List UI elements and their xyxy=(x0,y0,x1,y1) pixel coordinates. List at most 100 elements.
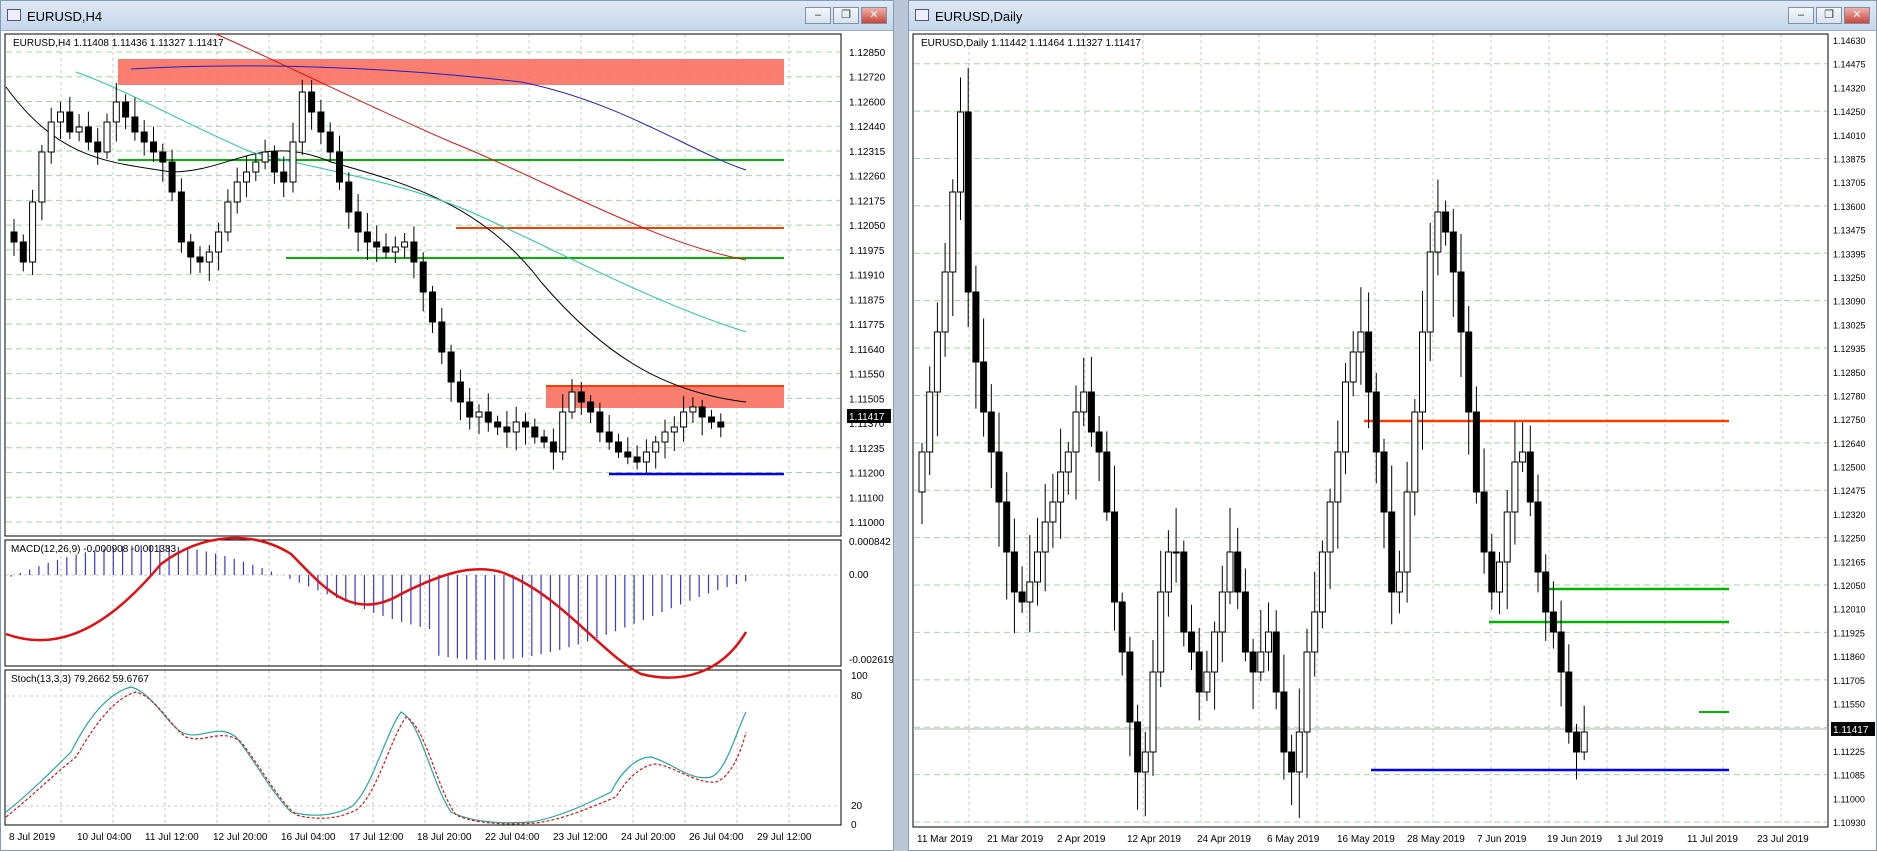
price-axis-label: 1.11910 xyxy=(849,271,885,282)
daily-titlebar[interactable]: EURUSD,Daily – ❐ ✕ xyxy=(909,1,1876,31)
price-axis-label: 1.12780 xyxy=(1833,391,1866,401)
time-axis-label: 28 May 2019 xyxy=(1407,834,1465,845)
candle xyxy=(1026,581,1034,603)
candle xyxy=(1280,691,1288,753)
candle xyxy=(336,151,343,183)
candle xyxy=(1349,351,1357,383)
candle xyxy=(131,116,139,133)
macd-scale-top: 0.000842 xyxy=(849,537,891,548)
candle xyxy=(57,111,64,123)
time-axis-label: 16 May 2019 xyxy=(1337,834,1395,845)
time-axis-label: 11 Jul 2019 xyxy=(1687,834,1738,845)
candle xyxy=(382,246,390,253)
minimize-button[interactable]: – xyxy=(805,7,831,24)
candle xyxy=(559,411,567,453)
candle xyxy=(680,411,688,428)
time-axis-label: 29 Jul 12:00 xyxy=(757,832,812,843)
candle xyxy=(103,121,111,153)
candle xyxy=(289,141,297,183)
candle xyxy=(522,421,529,428)
candle xyxy=(391,246,399,253)
price-axis-label: 1.11975 xyxy=(849,246,885,257)
time-axis-label: 22 Jul 04:00 xyxy=(485,832,540,843)
candle xyxy=(438,321,446,353)
candle xyxy=(1434,211,1442,253)
h4-titlebar[interactable]: EURUSD,H4 – ❐ ✕ xyxy=(1,1,893,31)
candle xyxy=(1203,671,1211,693)
candle xyxy=(1372,391,1380,453)
candle xyxy=(1241,591,1249,653)
candle xyxy=(466,401,474,418)
restore-button[interactable]: ❐ xyxy=(833,7,859,24)
candle xyxy=(224,201,232,233)
current-price-label: 1.11417 xyxy=(849,412,885,423)
candle xyxy=(1164,551,1172,593)
candle xyxy=(252,161,260,173)
candle xyxy=(38,151,46,203)
price-axis-label: 1.14320 xyxy=(1833,83,1866,93)
candle xyxy=(652,441,660,453)
price-axis-label: 1.11705 xyxy=(1833,676,1865,686)
candle xyxy=(1103,451,1111,513)
window-splitter[interactable] xyxy=(894,0,908,851)
close-button[interactable]: ✕ xyxy=(1844,7,1870,24)
time-axis-label: 11 Jul 12:00 xyxy=(145,832,199,843)
time-axis-label: 18 Jul 20:00 xyxy=(417,832,472,843)
candle xyxy=(1049,501,1057,523)
daily-chart-canvas[interactable]: 1.14630 1.14475 1.14320 1.14250 1.14010 1.138… xyxy=(909,32,1876,850)
candle xyxy=(1580,731,1588,753)
price-axis-label: 1.12475 xyxy=(1833,486,1866,496)
price-axis-label: 1.12165 xyxy=(1833,557,1866,567)
candle xyxy=(1472,411,1480,493)
candle xyxy=(1326,501,1334,553)
candle xyxy=(475,411,483,418)
candle xyxy=(1057,471,1065,503)
candle xyxy=(1395,571,1403,593)
candle xyxy=(1087,391,1095,433)
candle xyxy=(1526,451,1534,503)
candle xyxy=(159,151,167,163)
candle xyxy=(698,406,706,418)
h4-chart-window[interactable]: EURUSD,H4 – ❐ ✕ 1.12850 1.12720 1.12600 1.1… xyxy=(0,0,894,851)
candle xyxy=(717,421,725,428)
time-axis-label: 23 Jul 12:00 xyxy=(553,832,608,843)
daily-chart-window[interactable]: EURUSD,Daily – ❐ ✕ 1.14630 1.14475 1.14320… xyxy=(908,0,1877,851)
current-price-label: 1.11417 xyxy=(1833,725,1869,736)
candle xyxy=(1318,551,1326,613)
candle xyxy=(233,181,241,203)
price-axis-label: 1.11550 xyxy=(849,370,885,381)
candle xyxy=(1534,501,1542,573)
minimize-button[interactable]: – xyxy=(1788,7,1814,24)
candle xyxy=(1249,651,1257,673)
candle xyxy=(196,256,204,263)
candle xyxy=(84,126,92,143)
candle xyxy=(19,241,27,263)
price-axis-label: 1.11085 xyxy=(1833,771,1865,781)
candle xyxy=(1449,231,1457,273)
candle xyxy=(112,101,120,123)
price-axis-label: 1.13705 xyxy=(1833,178,1866,188)
price-axis-label: 1.11860 xyxy=(1833,652,1865,662)
candle xyxy=(1126,651,1134,723)
macd-scale-zero: 0.00 xyxy=(849,570,869,581)
h4-chart-canvas[interactable]: 1.12850 1.12720 1.12600 1.12440 1.12315 1.122… xyxy=(1,32,893,850)
candle xyxy=(168,161,176,193)
candle xyxy=(1365,331,1373,393)
price-axis-label: 1.12720 xyxy=(849,73,886,84)
candle xyxy=(624,451,632,458)
restore-button[interactable]: ❐ xyxy=(1816,7,1842,24)
candle xyxy=(1419,331,1426,413)
resistance-zone xyxy=(118,59,784,85)
price-axis-label: 1.11000 xyxy=(849,518,885,529)
candle xyxy=(708,416,715,423)
h4-chart-header: EURUSD,H4 1.11408 1.11436 1.11327 1.1141… xyxy=(13,38,224,49)
candle xyxy=(1111,511,1118,603)
candle xyxy=(972,291,980,363)
close-button[interactable]: ✕ xyxy=(861,7,887,24)
candle xyxy=(187,241,195,258)
stoch-scale-20: 20 xyxy=(851,801,863,812)
price-axis-label: 1.11225 xyxy=(1833,747,1865,757)
time-axis-label: 7 Jun 2019 xyxy=(1477,834,1527,845)
candle xyxy=(1195,651,1203,693)
stoch-scale-100: 100 xyxy=(851,671,868,682)
